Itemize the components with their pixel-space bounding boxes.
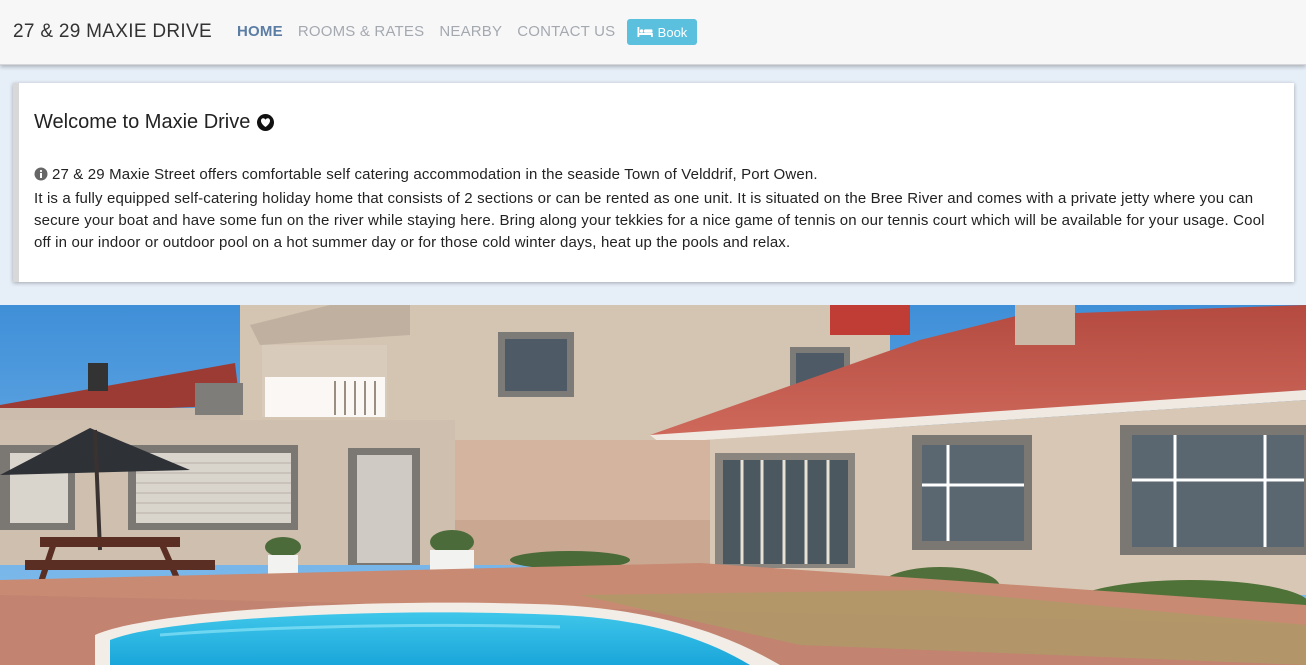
nav-item-rooms-rates[interactable]: ROOMS & RATES [298, 22, 425, 42]
book-button[interactable]: Book [627, 19, 697, 45]
book-button-label: Book [657, 24, 688, 40]
nav-item-nearby[interactable]: NEARBY [439, 22, 502, 42]
welcome-section: Welcome to Maxie Drive 27 & 29 Maxie Str… [0, 66, 1306, 305]
hero-image [0, 305, 1306, 665]
welcome-panel: Welcome to Maxie Drive 27 & 29 Maxie Str… [13, 83, 1294, 282]
main-nav: HOME ROOMS & RATES NEARBY CONTACT US [237, 22, 630, 42]
welcome-body: 27 & 29 Maxie Street offers comfortable … [34, 164, 1284, 254]
top-navbar: 27 & 29 MAXIE DRIVE HOME ROOMS & RATES N… [0, 0, 1306, 65]
welcome-title: Welcome to Maxie Drive [34, 110, 275, 134]
welcome-intro-line: 27 & 29 Maxie Street offers comfortable … [52, 166, 818, 183]
nav-item-contact-us[interactable]: CONTACT US [517, 22, 615, 42]
welcome-description: It is a fully equipped self-catering hol… [34, 190, 1265, 251]
house-pool-photo [0, 305, 1306, 665]
info-circle-icon [34, 166, 48, 188]
nav-item-home[interactable]: HOME [237, 22, 283, 42]
welcome-title-text: Welcome to Maxie Drive [34, 111, 251, 133]
bed-icon [637, 27, 653, 37]
brand-link[interactable]: 27 & 29 MAXIE DRIVE [13, 20, 212, 44]
heart-icon [257, 113, 275, 131]
